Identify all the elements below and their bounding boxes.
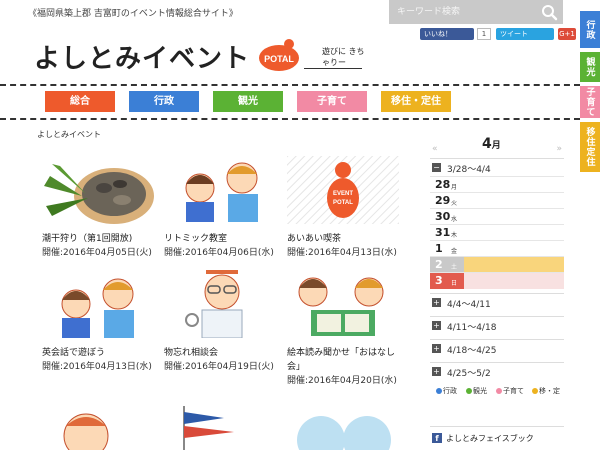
- event-thumbnail-partial[interactable]: [42, 406, 154, 450]
- tweet-button[interactable]: ツイート: [496, 28, 554, 40]
- calendar-day[interactable]: 1金: [430, 240, 564, 256]
- event-date: 開催:2016年04月05日(火): [42, 248, 152, 258]
- kids-reading-illustration: [287, 270, 399, 338]
- event-title: あいあい喫茶: [287, 234, 342, 244]
- expand-icon: +: [432, 298, 441, 307]
- top-bar: 《福岡県築上郡 吉富町のイベント情報総合サイト》: [0, 0, 600, 26]
- legend-item: 観光: [466, 386, 487, 396]
- page: 《福岡県築上郡 吉富町のイベント情報総合サイト》 いいね！ 1 ツイート G+1…: [0, 0, 600, 450]
- search-box: [389, 0, 563, 24]
- clams-basket-image: [42, 156, 154, 224]
- event-title: 物忘れ相談会: [164, 348, 219, 358]
- children-illustration: [164, 156, 276, 224]
- main-nav: 総合 行政 観光 子育て 移住・定住: [0, 91, 580, 112]
- logo-subtitle: 遊びに きちゃりー: [322, 47, 365, 67]
- search-button[interactable]: [535, 0, 563, 24]
- calendar-day[interactable]: 29 火: [430, 192, 564, 208]
- facebook-section-title: よしとみフェイスブック: [446, 434, 534, 443]
- site-tagline: 《福岡県築上郡 吉富町のイベント情報総合サイト》: [28, 9, 238, 19]
- calendar-day[interactable]: 30 水: [430, 208, 564, 224]
- event-title-continued: 会」: [287, 362, 306, 372]
- event-date: 開催:2016年04月20日(水): [287, 376, 397, 386]
- event-date: 開催:2016年04月13日(水): [42, 362, 152, 372]
- svg-text:POTAL: POTAL: [264, 54, 294, 64]
- nav-tab-migration[interactable]: 移住・定住: [381, 91, 451, 112]
- event-potal-logo: EVENT POTAL: [287, 156, 399, 224]
- header-divider-bottom: [0, 118, 580, 120]
- event-date: 開催:2016年04月13日(水): [287, 248, 397, 258]
- event-thumbnail-partial[interactable]: [287, 406, 399, 450]
- calendar-week-range[interactable]: + 4/18〜4/25: [430, 339, 564, 357]
- logo-underline: [304, 68, 362, 69]
- side-tab-childcare[interactable]: 子育て: [580, 86, 600, 118]
- calendar-week-range[interactable]: + 4/4〜4/11: [430, 293, 564, 311]
- calendar-week-range[interactable]: − 3/28〜4/4: [430, 158, 564, 176]
- event-date: 開催:2016年04月06日(水): [164, 248, 274, 258]
- event-title: 英会話で遊ぼう: [42, 348, 106, 358]
- side-tab-administration[interactable]: 行政: [580, 11, 600, 48]
- search-icon: [542, 5, 558, 21]
- svg-text:POTAL: POTAL: [333, 200, 353, 206]
- facebook-like-button[interactable]: いいね！: [420, 28, 474, 40]
- calendar-day-saturday[interactable]: 2土: [430, 256, 564, 273]
- expand-icon: +: [432, 367, 441, 376]
- calendar-prev-button[interactable]: «: [432, 144, 438, 154]
- facebook-icon: f: [432, 433, 442, 443]
- nav-tab-administration[interactable]: 行政: [129, 91, 199, 112]
- calendar-next-button[interactable]: »: [556, 144, 562, 154]
- event-bar: [464, 257, 564, 273]
- legend-item: 子育て: [496, 386, 524, 396]
- calendar-header: « 4月 »: [430, 136, 564, 158]
- event-bar: [464, 273, 564, 289]
- event-calendar: « 4月 » − 3/28〜4/4 28 月 29 火 30 水 31 木 1金 2土 …: [430, 136, 564, 450]
- legend-item: 行政: [436, 386, 457, 396]
- event-thumbnail-partial[interactable]: [164, 406, 276, 450]
- week-range-label: 4/25〜5/2: [447, 369, 491, 379]
- site-logo[interactable]: よしとみイベント: [34, 38, 250, 75]
- calendar-day-sunday[interactable]: 3日: [430, 272, 564, 289]
- week-range-label: 4/4〜4/11: [447, 300, 491, 310]
- nav-tab-general[interactable]: 総合: [45, 91, 115, 112]
- calendar-week-range[interactable]: + 4/25〜5/2: [430, 362, 564, 380]
- svg-text:EVENT: EVENT: [333, 191, 353, 197]
- side-tab-tourism[interactable]: 観光: [580, 52, 600, 82]
- week-range-label: 4/18〜4/25: [447, 346, 497, 356]
- expand-icon: +: [432, 344, 441, 353]
- search-input[interactable]: [389, 0, 535, 24]
- event-title: 絵本読み聞かせ「おはなし: [287, 348, 396, 358]
- facebook-like-count: 1: [477, 28, 491, 40]
- calendar-month: 4月: [482, 136, 501, 152]
- category-legend: 行政 観光 子育て 移・定: [430, 386, 564, 398]
- legend-item: 移・定: [532, 386, 560, 396]
- google-plus-button[interactable]: G+1: [558, 28, 576, 40]
- event-title: 潮干狩り（第1回開放): [42, 234, 133, 244]
- collapse-icon: −: [432, 163, 441, 172]
- potal-badge-icon: POTAL: [259, 39, 299, 71]
- calendar-day[interactable]: 28 月: [430, 176, 564, 192]
- header-divider-top: [0, 84, 580, 86]
- doctor-illustration: [164, 270, 276, 338]
- calendar-day[interactable]: 31 木: [430, 224, 564, 240]
- week-range-label: 3/28〜4/4: [447, 165, 491, 175]
- event-date: 開催:2016年04月19日(火): [164, 362, 274, 372]
- calendar-week-range[interactable]: + 4/11〜4/18: [430, 316, 564, 334]
- breadcrumb[interactable]: よしとみイベント: [37, 129, 101, 140]
- expand-icon: +: [432, 321, 441, 330]
- nav-tab-childcare[interactable]: 子育て: [297, 91, 367, 112]
- nav-tab-tourism[interactable]: 観光: [213, 91, 283, 112]
- side-tab-migration[interactable]: 移住定住: [580, 122, 600, 172]
- facebook-section[interactable]: f よしとみフェイスブック: [430, 426, 564, 446]
- week-range-label: 4/11〜4/18: [447, 323, 497, 333]
- children-illustration: [42, 270, 154, 338]
- event-title: リトミック教室: [164, 234, 228, 244]
